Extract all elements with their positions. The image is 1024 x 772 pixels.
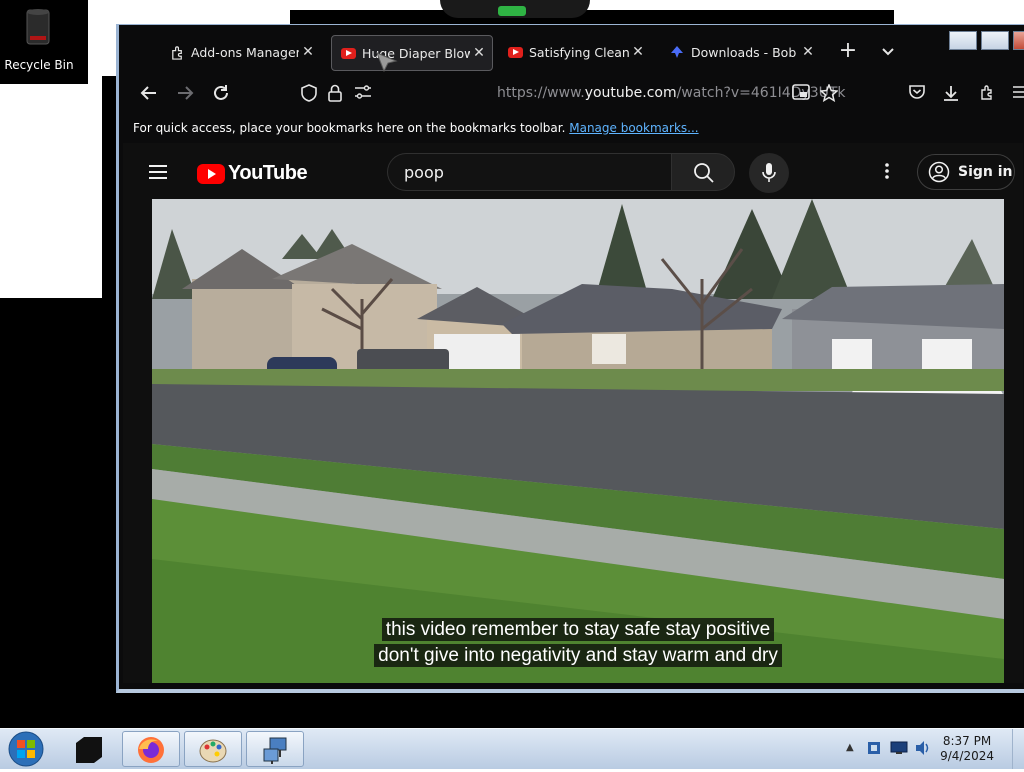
background-window-edge (290, 10, 894, 24)
url-prefix: https://www. (497, 85, 585, 101)
caption-text: this video remember to stay safe stay po… (381, 618, 775, 641)
picture-in-picture-icon[interactable] (789, 84, 813, 105)
search-input[interactable]: poop (387, 153, 671, 191)
pocket-icon[interactable] (905, 84, 929, 105)
bookmarks-toolbar: For quick access, place your bookmarks h… (133, 121, 699, 135)
bookmark-star-icon[interactable] (817, 83, 841, 107)
manage-bookmarks-link[interactable]: Manage bookmarks... (569, 121, 698, 135)
caption-line: this video remember to stay safe stay po… (152, 618, 1004, 641)
tab-list-chevron-icon[interactable] (876, 42, 900, 62)
background-window-bottom-left (0, 298, 118, 728)
browser-window: Add-ons Manager ✕ Huge Diaper Blowo ✕ Sa… (116, 24, 1024, 693)
puzzle-icon (169, 44, 185, 60)
bookmarks-message: For quick access, place your bookmarks h… (133, 121, 566, 135)
clock-date: 9/4/2024 (940, 749, 994, 763)
downloads-icon (669, 44, 685, 60)
maximize-button[interactable] (981, 31, 1009, 50)
caption-text: don't give into negativity and stay warm… (374, 644, 782, 667)
recycle-bin[interactable]: Recycle Bin (0, 0, 88, 84)
youtube-icon (340, 45, 356, 61)
tray-app-icon[interactable] (866, 740, 882, 756)
lock-icon[interactable] (323, 84, 347, 107)
system-clock[interactable]: 8:37 PM 9/4/2024 (940, 734, 994, 764)
more-options-icon[interactable] (885, 163, 889, 184)
close-tab-icon[interactable]: ✕ (299, 44, 317, 60)
youtube-icon (507, 44, 523, 60)
show-desktop-button[interactable] (1012, 729, 1024, 769)
youtube-page: YouTube poop Sign in this video remember… (123, 143, 1023, 683)
recycle-bin-icon (26, 9, 50, 45)
voice-search-button[interactable] (749, 153, 789, 193)
start-button[interactable] (6, 730, 46, 768)
permissions-icon[interactable] (351, 84, 375, 105)
taskbar: ▲ 8:37 PM 9/4/2024 (0, 728, 1024, 769)
back-arrow-icon[interactable] (137, 84, 161, 107)
sign-in-label: Sign in (958, 164, 1013, 180)
youtube-logo-text: YouTube (228, 162, 308, 184)
taskbar-paint[interactable] (184, 731, 242, 767)
tracking-shield-icon[interactable] (297, 84, 321, 107)
green-indicator (498, 6, 526, 16)
caption-line: don't give into negativity and stay warm… (152, 644, 1004, 667)
black-app-icon (76, 737, 102, 763)
recycle-bin-label: Recycle Bin (4, 58, 74, 72)
hamburger-menu-icon[interactable] (149, 161, 167, 183)
taskbar-app-black[interactable] (70, 733, 108, 765)
minimize-button[interactable] (949, 31, 977, 50)
downloads-arrow-icon[interactable] (939, 84, 963, 107)
forward-arrow-icon[interactable] (173, 84, 197, 107)
close-tab-icon[interactable]: ✕ (629, 44, 647, 60)
reload-icon[interactable] (209, 84, 233, 107)
url-host: youtube.com (584, 85, 677, 101)
tab-satisfying-cleaning[interactable]: Satisfying Cleaning/ ✕ (499, 35, 651, 69)
background-window-bottom (116, 688, 1024, 728)
show-hidden-icons-chevron-icon[interactable]: ▲ (846, 742, 854, 753)
clock-time: 8:37 PM (942, 734, 992, 748)
tab-label: Downloads - Bob Pe (691, 44, 799, 60)
taskbar-firefox[interactable] (122, 731, 180, 767)
network-computer-icon (263, 737, 287, 764)
youtube-logo[interactable]: YouTube (197, 162, 308, 185)
search-button[interactable] (671, 153, 735, 191)
tab-huge-diaper-blowout[interactable]: Huge Diaper Blowo ✕ (331, 35, 493, 71)
tab-downloads[interactable]: Downloads - Bob Pe ✕ (661, 35, 821, 69)
sign-in-button[interactable]: Sign in (917, 154, 1015, 190)
video-player[interactable]: this video remember to stay safe stay po… (152, 199, 1004, 683)
video-frame (152, 199, 1004, 683)
youtube-play-icon (197, 163, 225, 184)
mouse-cursor-icon (376, 52, 398, 72)
search-icon (694, 163, 714, 183)
new-tab-icon[interactable]: + (836, 40, 860, 62)
tab-label: Satisfying Cleaning/ (529, 44, 629, 60)
taskbar-network-app[interactable] (246, 731, 304, 767)
firefox-icon (138, 737, 164, 763)
tab-label: Add-ons Manager (191, 44, 299, 60)
volume-icon[interactable] (914, 739, 932, 757)
close-tab-icon[interactable]: ✕ (470, 45, 488, 61)
close-tab-icon[interactable]: ✕ (799, 44, 817, 60)
close-window-button[interactable] (1013, 31, 1024, 50)
extensions-icon[interactable] (975, 84, 999, 105)
microphone-icon (762, 163, 776, 182)
account-icon (928, 161, 950, 183)
paint-palette-icon (199, 739, 227, 763)
windows-start-icon (8, 731, 44, 767)
menu-icon[interactable] (1007, 84, 1024, 104)
monitor-tray-icon[interactable] (890, 741, 908, 755)
tab-add-ons-manager[interactable]: Add-ons Manager ✕ (161, 35, 321, 69)
